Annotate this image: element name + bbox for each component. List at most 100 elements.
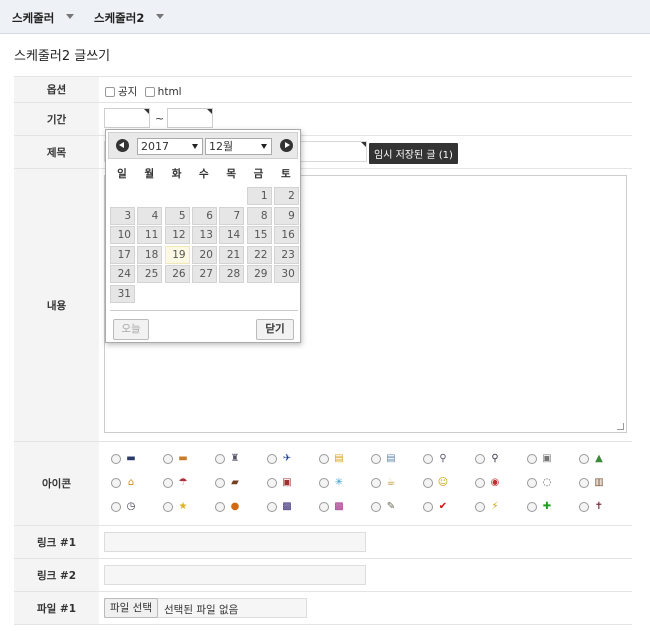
calendar-day[interactable]: 24	[110, 265, 135, 283]
html-checkbox[interactable]	[144, 87, 155, 97]
icon-radio[interactable]	[423, 454, 433, 464]
chevron-down-icon[interactable]	[66, 14, 74, 19]
calendar-day[interactable]: 3	[110, 206, 135, 225]
calendar-day[interactable]: 6	[191, 206, 217, 225]
icon-radio[interactable]	[215, 478, 225, 488]
icon-radio[interactable]	[423, 502, 433, 512]
calendar-day[interactable]: 27	[191, 265, 217, 283]
icon-radio[interactable]	[267, 478, 277, 488]
icon-radio[interactable]	[267, 454, 277, 464]
calendar-day[interactable]: 31	[110, 284, 135, 303]
icon-option[interactable]: ▬	[163, 453, 189, 465]
icon-option[interactable]: ☺	[423, 477, 449, 489]
icon-option[interactable]: ☂	[163, 477, 189, 489]
temp-saved-button[interactable]: 임시 저장된 글 (1)	[369, 143, 458, 164]
icon-option[interactable]: ▩	[319, 501, 345, 513]
icon-option[interactable]: ✝	[579, 501, 605, 513]
notice-checkbox[interactable]	[105, 87, 115, 97]
calendar-day[interactable]: 23	[273, 245, 299, 264]
icon-radio[interactable]	[267, 502, 277, 512]
icon-option[interactable]: ◌	[527, 477, 553, 489]
icon-radio[interactable]	[111, 454, 121, 464]
chevron-down-icon[interactable]	[156, 14, 164, 19]
icon-radio[interactable]	[527, 478, 537, 488]
icon-option[interactable]: ✚	[527, 501, 553, 513]
icon-radio[interactable]	[163, 454, 173, 464]
calendar-day[interactable]: 26	[164, 265, 190, 283]
calendar-day[interactable]: 21	[219, 245, 245, 264]
icon-radio[interactable]	[111, 478, 121, 488]
calendar-day[interactable]: 1	[246, 187, 272, 205]
icon-radio[interactable]	[111, 502, 121, 512]
icon-radio[interactable]	[423, 478, 433, 488]
icon-option[interactable]: ⚡	[475, 501, 501, 513]
calendar-day[interactable]: 18	[137, 245, 163, 264]
file-select-button[interactable]: 파일 선택	[104, 598, 158, 618]
icon-radio[interactable]	[163, 502, 173, 512]
icon-radio[interactable]	[527, 502, 537, 512]
icon-radio[interactable]	[215, 502, 225, 512]
icon-radio[interactable]	[527, 454, 537, 464]
calendar-day[interactable]: 7	[219, 206, 245, 225]
icon-option[interactable]: ⚲	[423, 453, 449, 465]
resize-handle-icon[interactable]	[617, 423, 624, 430]
icon-radio[interactable]	[319, 454, 329, 464]
calendar-day[interactable]: 5	[164, 206, 190, 225]
icon-radio[interactable]	[319, 502, 329, 512]
calendar-day[interactable]: 2	[273, 187, 299, 205]
calendar-day[interactable]: 4	[137, 206, 163, 225]
icon-option[interactable]: ♜	[215, 453, 241, 465]
icon-option[interactable]: ⚲	[475, 453, 501, 465]
icon-option[interactable]: ▬	[111, 453, 137, 465]
icon-radio[interactable]	[163, 478, 173, 488]
calendar-day[interactable]: 17	[110, 245, 135, 264]
icon-radio[interactable]	[215, 454, 225, 464]
icon-option[interactable]: ▥	[579, 477, 605, 489]
end-date-input[interactable]	[167, 108, 213, 128]
calendar-day[interactable]: 8	[246, 206, 272, 225]
icon-option[interactable]: ✎	[371, 501, 397, 513]
icon-option[interactable]: ◉	[475, 477, 501, 489]
icon-option[interactable]: ▤	[319, 453, 345, 465]
icon-option[interactable]: ☕	[371, 477, 397, 489]
icon-option[interactable]: ▤	[371, 453, 397, 465]
year-select[interactable]: 2017	[137, 138, 203, 155]
icon-radio[interactable]	[475, 502, 485, 512]
icon-option[interactable]: ▰	[215, 477, 241, 489]
calendar-day[interactable]: 20	[191, 245, 217, 264]
icon-radio[interactable]	[579, 454, 589, 464]
next-month-icon[interactable]	[280, 139, 293, 152]
calendar-day[interactable]: 14	[219, 226, 245, 244]
icon-option[interactable]: ✔	[423, 501, 449, 513]
icon-radio[interactable]	[579, 478, 589, 488]
close-button[interactable]: 닫기	[256, 319, 294, 340]
icon-option[interactable]: ▣	[527, 453, 553, 465]
icon-radio[interactable]	[371, 478, 381, 488]
link2-input[interactable]	[104, 565, 366, 585]
icon-option[interactable]: ●	[215, 501, 241, 513]
calendar-day[interactable]: 25	[137, 265, 163, 283]
prev-month-icon[interactable]	[116, 139, 129, 152]
icon-option[interactable]: ▲	[579, 453, 605, 465]
menu-scheduler2[interactable]: 스케줄러2	[94, 10, 144, 26]
calendar-day[interactable]: 29	[246, 265, 272, 283]
icon-option[interactable]: ▣	[267, 477, 293, 489]
start-date-input[interactable]	[104, 108, 150, 128]
calendar-day[interactable]: 12	[164, 226, 190, 244]
link1-input[interactable]	[104, 532, 366, 552]
icon-option[interactable]: ◷	[111, 501, 137, 513]
calendar-day[interactable]: 9	[273, 206, 299, 225]
calendar-day[interactable]: 11	[137, 226, 163, 244]
menu-scheduler[interactable]: 스케줄러	[12, 10, 54, 26]
icon-option[interactable]: ⌂	[111, 477, 137, 489]
calendar-day[interactable]: 10	[110, 226, 135, 244]
icon-radio[interactable]	[475, 478, 485, 488]
icon-option[interactable]: ▩	[267, 501, 293, 513]
calendar-day[interactable]: 15	[246, 226, 272, 244]
icon-radio[interactable]	[371, 454, 381, 464]
calendar-day[interactable]: 22	[246, 245, 272, 264]
icon-radio[interactable]	[371, 502, 381, 512]
icon-option[interactable]: ✳	[319, 477, 345, 489]
calendar-day[interactable]: 16	[273, 226, 299, 244]
calendar-day[interactable]: 13	[191, 226, 217, 244]
